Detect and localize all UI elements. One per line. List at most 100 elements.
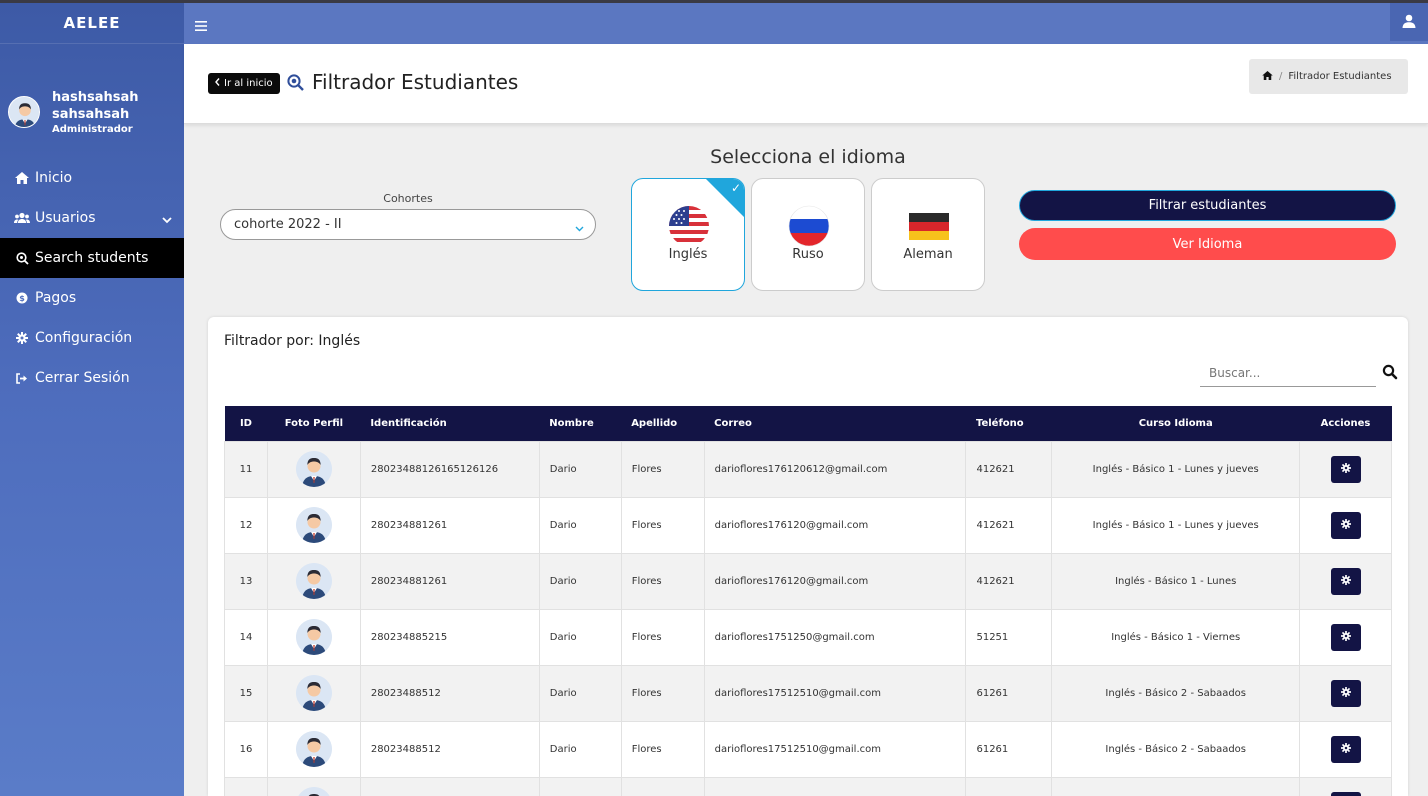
language-card-ruso[interactable]: Ruso (751, 178, 865, 291)
sidebar-item-search-students[interactable]: Search students (0, 238, 184, 278)
cell-nombre: Dario (538, 496, 622, 554)
cell-curso: Inglés - Básico 1 - Viernes (1051, 608, 1301, 666)
sidebar-item-label: Usuarios (35, 210, 96, 226)
sidebar-item-usuarios[interactable]: Usuarios (0, 198, 184, 238)
table-row: 13 280234881261 Dario Flores darioflores1761… (224, 552, 1392, 610)
cell-identificacion: 28023488512 (359, 664, 540, 722)
language-card-ingles[interactable]: ✓ Inglés (631, 178, 745, 291)
row-settings-button[interactable] (1330, 623, 1361, 651)
cell-photo (266, 552, 361, 610)
card-title: Filtrador por: Inglés (224, 333, 361, 349)
students-card: Filtrador por: Inglés ID Foto Perfil Ide… (208, 317, 1408, 796)
sidebar-item-pagos[interactable]: $ Pagos (0, 278, 184, 318)
search-input[interactable] (1200, 360, 1376, 386)
user-menu-button[interactable] (1390, 3, 1428, 41)
filter-students-button[interactable]: Filtrar estudiantes (1019, 190, 1396, 221)
cell-acciones (1299, 440, 1392, 498)
cell-photo (266, 776, 361, 796)
cell-correo: darioflores17512510@gmail.com (703, 720, 967, 778)
cell-identificacion: 280234881261 (359, 496, 540, 554)
cell-acciones (1299, 496, 1392, 554)
avatar (8, 96, 40, 128)
gear-icon (1340, 686, 1351, 700)
cell-photo (266, 440, 361, 498)
cell-acciones (1299, 776, 1392, 796)
table-row: 14 280234885215 Dario Flores darioflores1751… (224, 608, 1392, 666)
language-card-aleman[interactable]: Aleman (871, 178, 985, 291)
cell-photo (266, 720, 361, 778)
us-flag-icon (669, 206, 709, 246)
cohort-select[interactable]: cohorte 2022 - II (220, 209, 596, 240)
sidebar-item-label: Cerrar Sesión (35, 370, 130, 386)
row-settings-button[interactable] (1330, 455, 1361, 483)
home-icon[interactable] (1262, 70, 1273, 83)
cell-nombre (538, 776, 622, 796)
cell-nombre: Dario (538, 608, 622, 666)
cell-id: 16 (224, 720, 268, 778)
hamburger-menu-icon[interactable] (195, 17, 207, 31)
row-settings-button[interactable] (1330, 735, 1361, 763)
search-students-icon (14, 251, 30, 265)
column-header: Nombre (539, 406, 622, 441)
row-settings-button[interactable] (1330, 679, 1361, 707)
cell-nombre: Dario (538, 440, 622, 498)
cell-correo: darioflores1751250@gmail.com (703, 608, 967, 666)
sidebar: AELEE hashsahsah sahsahsah Administrador… (0, 3, 184, 796)
column-header: Foto Perfil (267, 406, 361, 441)
cell-identificacion (359, 776, 540, 796)
row-settings-button[interactable] (1330, 511, 1361, 539)
search-icon[interactable] (1382, 364, 1398, 380)
cell-curso: Inglés - Básico 2 - Sabaados (1051, 720, 1301, 778)
sidebar-item-label: Search students (35, 250, 149, 266)
back-to-home-button[interactable]: Ir al inicio (208, 73, 280, 94)
coin-icon: $ (14, 291, 30, 305)
sidebar-item-inicio[interactable]: Inicio (0, 158, 184, 198)
cell-photo (266, 664, 361, 722)
cell-nombre: Dario (538, 664, 622, 722)
sidebar-item-configuracion[interactable]: Configuración (0, 318, 184, 358)
cell-curso: Inglés - Básico 1 - Lunes (1051, 552, 1301, 610)
germany-flag-icon (909, 213, 949, 240)
brand-logo: AELEE (0, 3, 184, 44)
avatar (295, 507, 332, 543)
cell-identificacion: 280234881261 (359, 552, 540, 610)
cell-acciones (1299, 720, 1392, 778)
cell-apellido: Flores (620, 720, 705, 778)
sign-out-icon (14, 371, 30, 385)
language-section-title: Selecciona el idioma (710, 146, 906, 168)
user-icon (1402, 13, 1416, 32)
row-settings-button[interactable] (1330, 791, 1361, 796)
sidebar-item-cerrar-sesion[interactable]: Cerrar Sesión (0, 358, 184, 398)
page-header: Ir al inicio Filtrador Estudiantes / Fil… (184, 44, 1428, 124)
table-row (224, 776, 1392, 796)
column-header: Acciones (1299, 406, 1392, 441)
avatar (295, 675, 332, 711)
home-icon (14, 171, 30, 185)
cell-apellido: Flores (620, 608, 705, 666)
cell-acciones (1299, 608, 1392, 666)
gear-icon (1340, 742, 1351, 756)
check-icon: ✓ (730, 181, 741, 195)
back-button-label: Ir al inicio (224, 78, 273, 89)
user-name: hashsahsah sahsahsah (52, 90, 139, 122)
view-language-button[interactable]: Ver Idioma (1019, 228, 1396, 260)
cell-apellido: Flores (620, 496, 705, 554)
search-students-icon (287, 74, 304, 95)
cell-telefono: 51251 (965, 608, 1053, 666)
row-settings-button[interactable] (1330, 567, 1361, 595)
cell-telefono: 61261 (965, 720, 1053, 778)
cell-apellido: Flores (620, 664, 705, 722)
avatar (295, 619, 332, 655)
cell-id: 15 (224, 664, 268, 722)
breadcrumb-current: Filtrador Estudiantes (1288, 71, 1392, 82)
column-header: Teléfono (965, 406, 1052, 441)
russia-flag-icon (788, 205, 830, 247)
gear-icon (1340, 462, 1351, 476)
gear-icon (1340, 518, 1351, 532)
topbar (184, 3, 1428, 44)
cell-apellido: Flores (620, 552, 705, 610)
sidebar-item-label: Inicio (35, 170, 73, 186)
avatar (295, 451, 332, 487)
cell-correo: darioflores176120@gmail.com (703, 552, 967, 610)
cell-id: 11 (224, 440, 268, 498)
